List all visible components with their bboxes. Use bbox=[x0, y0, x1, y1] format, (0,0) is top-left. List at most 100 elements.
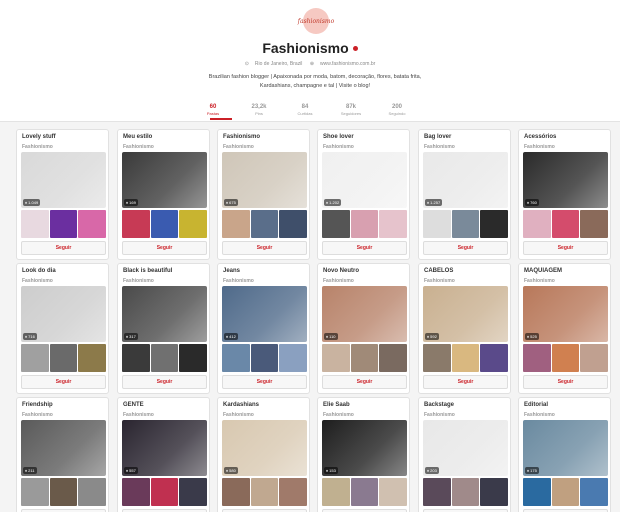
avatar[interactable]: fashionismo bbox=[298, 8, 334, 34]
board-thumbnail[interactable] bbox=[150, 478, 179, 506]
tab-seguidores[interactable]: 87k Seguidores bbox=[328, 104, 374, 116]
board-cover-image[interactable]: ♦ 153 bbox=[322, 420, 407, 476]
board-thumbnail[interactable] bbox=[322, 210, 350, 238]
board-thumbnail[interactable] bbox=[21, 210, 49, 238]
tab-seguindo[interactable]: 200 Seguindo bbox=[374, 104, 420, 116]
board-card[interactable]: CABELOS Fashionismo ♦ 592 Seguir bbox=[418, 263, 511, 394]
board-card[interactable]: KardashiansFashionismo♦ 580Seguir bbox=[217, 397, 310, 512]
follow-button[interactable]: Seguir bbox=[21, 375, 106, 389]
board-owner[interactable]: Fashionismo bbox=[524, 144, 555, 150]
board-thumbnail[interactable] bbox=[580, 478, 609, 506]
board-thumbnail[interactable] bbox=[423, 344, 451, 372]
board-card[interactable]: FriendshipFashionismo♦ 211Seguir bbox=[16, 397, 109, 512]
board-title[interactable]: Acessórios bbox=[524, 134, 556, 140]
board-thumbnail[interactable] bbox=[222, 478, 250, 506]
board-owner[interactable]: Fashionismo bbox=[424, 412, 455, 418]
board-thumbnail[interactable] bbox=[250, 344, 279, 372]
board-owner[interactable]: Fashionismo bbox=[424, 144, 455, 150]
board-thumbnail[interactable] bbox=[551, 210, 580, 238]
board-card[interactable]: Bag lover Fashionismo ♦ 1.257 Seguir bbox=[418, 129, 511, 260]
board-card[interactable]: Elie SaabFashionismo♦ 153Seguir bbox=[317, 397, 410, 512]
board-cover-image[interactable]: ♦ 1.202 bbox=[322, 152, 407, 208]
board-title[interactable]: Kardashians bbox=[223, 402, 259, 408]
board-card[interactable]: Novo Neutro Fashionismo ♦ 110 Seguir bbox=[317, 263, 410, 394]
board-thumbnail[interactable] bbox=[580, 344, 609, 372]
follow-button[interactable]: Seguir bbox=[222, 375, 307, 389]
board-owner[interactable]: Fashionismo bbox=[524, 278, 555, 284]
follow-button[interactable]: Seguir bbox=[523, 241, 608, 255]
board-thumbnail[interactable] bbox=[451, 210, 480, 238]
board-thumbnail[interactable] bbox=[551, 344, 580, 372]
board-cover-image[interactable]: ♦ 592 bbox=[423, 286, 508, 342]
board-card[interactable]: Fashionismo Fashionismo ♦ 675 Seguir bbox=[217, 129, 310, 260]
board-owner[interactable]: Fashionismo bbox=[323, 412, 354, 418]
board-owner[interactable]: Fashionismo bbox=[424, 278, 455, 284]
board-title[interactable]: Look do dia bbox=[22, 268, 56, 274]
board-thumbnail[interactable] bbox=[150, 344, 179, 372]
board-card[interactable]: EditorialFashionismo♦ 175Seguir bbox=[518, 397, 611, 512]
board-thumbnail[interactable] bbox=[379, 478, 408, 506]
board-thumbnail[interactable] bbox=[279, 210, 308, 238]
board-title[interactable]: Lovely stuff bbox=[22, 134, 56, 140]
board-thumbnail[interactable] bbox=[350, 210, 379, 238]
profile-website-link[interactable]: www.fashionismo.com.br bbox=[320, 61, 375, 67]
board-title[interactable]: Meu estilo bbox=[123, 134, 152, 140]
board-title[interactable]: Novo Neutro bbox=[323, 268, 359, 274]
board-owner[interactable]: Fashionismo bbox=[22, 278, 53, 284]
board-title[interactable]: Fashionismo bbox=[223, 134, 260, 140]
board-cover-image[interactable]: ♦ 580 bbox=[222, 420, 307, 476]
board-thumbnail[interactable] bbox=[480, 478, 509, 506]
board-thumbnail[interactable] bbox=[49, 478, 78, 506]
board-owner[interactable]: Fashionismo bbox=[123, 144, 154, 150]
board-title[interactable]: Friendship bbox=[22, 402, 53, 408]
board-thumbnail[interactable] bbox=[21, 344, 49, 372]
board-thumbnail[interactable] bbox=[580, 210, 609, 238]
board-thumbnail[interactable] bbox=[423, 210, 451, 238]
board-card[interactable]: BackstageFashionismo♦ 203Seguir bbox=[418, 397, 511, 512]
board-owner[interactable]: Fashionismo bbox=[524, 412, 555, 418]
follow-button[interactable]: Seguir bbox=[322, 375, 407, 389]
board-thumbnail[interactable] bbox=[122, 210, 150, 238]
board-owner[interactable]: Fashionismo bbox=[223, 278, 254, 284]
board-owner[interactable]: Fashionismo bbox=[223, 412, 254, 418]
board-cover-image[interactable]: ♦ 1.049 bbox=[21, 152, 106, 208]
board-cover-image[interactable]: ♦ 1.257 bbox=[423, 152, 508, 208]
follow-button[interactable]: Seguir bbox=[423, 375, 508, 389]
board-thumbnail[interactable] bbox=[523, 344, 551, 372]
board-thumbnail[interactable] bbox=[350, 344, 379, 372]
board-owner[interactable]: Fashionismo bbox=[22, 144, 53, 150]
follow-button[interactable]: Seguir bbox=[423, 241, 508, 255]
board-title[interactable]: Jeans bbox=[223, 268, 240, 274]
board-thumbnail[interactable] bbox=[250, 210, 279, 238]
board-title[interactable]: CABELOS bbox=[424, 268, 453, 274]
follow-button[interactable]: Seguir bbox=[21, 241, 106, 255]
board-cover-image[interactable]: ♦ 525 bbox=[523, 286, 608, 342]
board-title[interactable]: GENTE bbox=[123, 402, 144, 408]
board-thumbnail[interactable] bbox=[451, 478, 480, 506]
board-cover-image[interactable]: ♦ 760 bbox=[523, 152, 608, 208]
board-title[interactable]: Shoe lover bbox=[323, 134, 354, 140]
board-thumbnail[interactable] bbox=[222, 344, 250, 372]
board-thumbnail[interactable] bbox=[49, 344, 78, 372]
board-cover-image[interactable]: ♦ 412 bbox=[222, 286, 307, 342]
board-card[interactable]: Jeans Fashionismo ♦ 412 Seguir bbox=[217, 263, 310, 394]
board-owner[interactable]: Fashionismo bbox=[323, 278, 354, 284]
board-thumbnail[interactable] bbox=[150, 210, 179, 238]
board-cover-image[interactable]: ♦ 675 bbox=[222, 152, 307, 208]
board-owner[interactable]: Fashionismo bbox=[22, 412, 53, 418]
board-cover-image[interactable]: ♦ 110 bbox=[322, 286, 407, 342]
board-thumbnail[interactable] bbox=[21, 478, 49, 506]
board-owner[interactable]: Fashionismo bbox=[323, 144, 354, 150]
board-thumbnail[interactable] bbox=[222, 210, 250, 238]
tab-curtidas[interactable]: 84 Curtidas bbox=[282, 104, 328, 116]
board-owner[interactable]: Fashionismo bbox=[123, 412, 154, 418]
board-thumbnail[interactable] bbox=[179, 344, 208, 372]
board-cover-image[interactable]: ♦ 203 bbox=[423, 420, 508, 476]
board-card[interactable]: Lovely stuff Fashionismo ♦ 1.049 Seguir bbox=[16, 129, 109, 260]
tab-pins[interactable]: 23,2k Pins bbox=[236, 104, 282, 116]
board-thumbnail[interactable] bbox=[423, 478, 451, 506]
board-thumbnail[interactable] bbox=[322, 478, 350, 506]
board-owner[interactable]: Fashionismo bbox=[223, 144, 254, 150]
board-cover-image[interactable]: ♦ 175 bbox=[523, 420, 608, 476]
board-thumbnail[interactable] bbox=[250, 478, 279, 506]
